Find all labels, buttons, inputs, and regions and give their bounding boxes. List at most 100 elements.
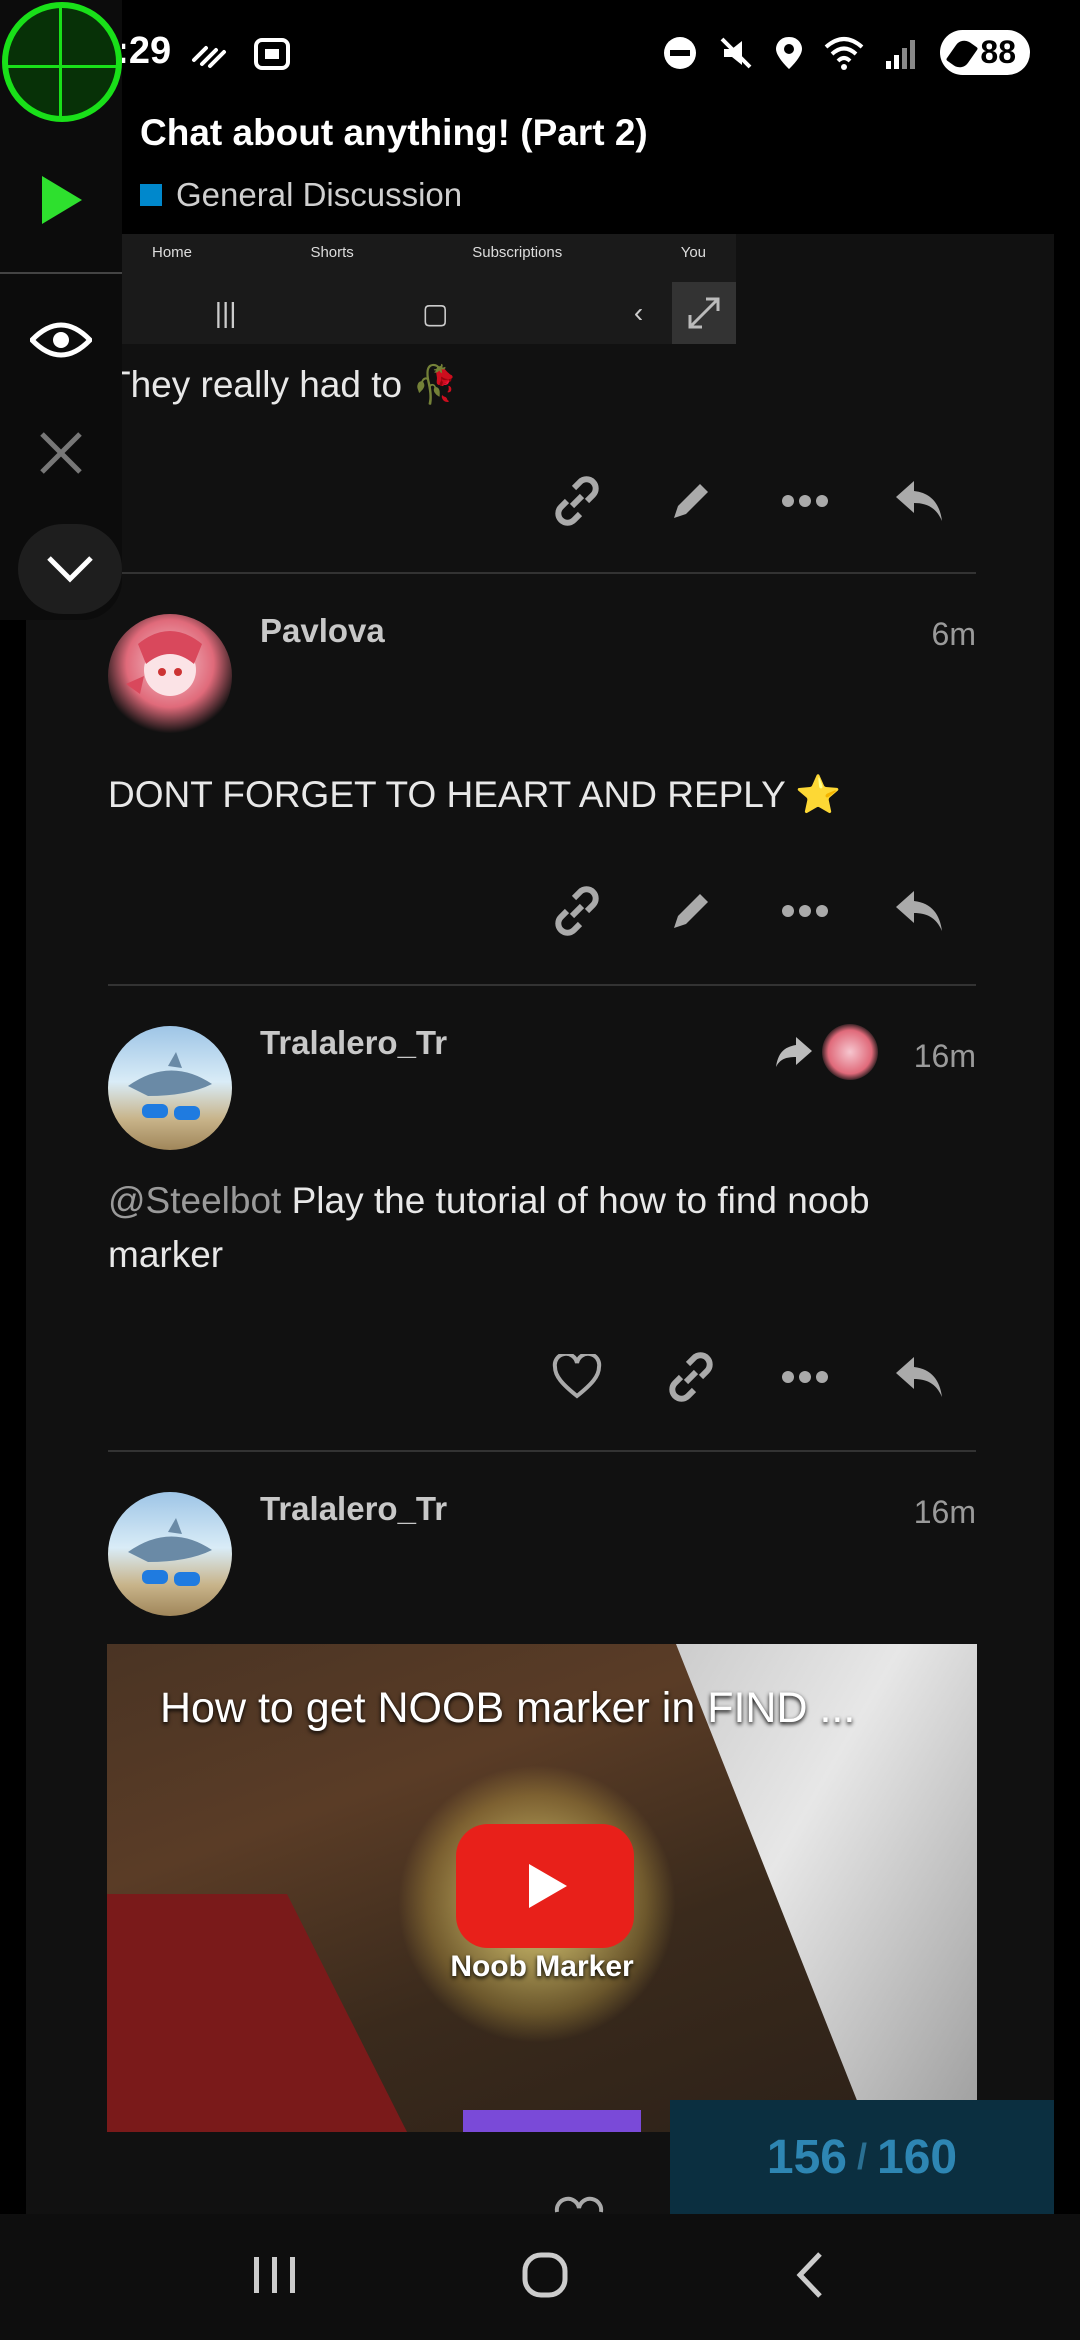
post-body: DONT FORGET TO HEART AND REPLY ⭐	[108, 774, 842, 815]
embedded-subscriptions-label: Subscriptions	[472, 244, 563, 261]
link-icon	[192, 46, 226, 68]
collapse-button[interactable]	[18, 524, 122, 614]
close-icon	[40, 432, 82, 474]
record-target-icon[interactable]	[2, 2, 122, 122]
share-link-button[interactable]	[520, 466, 634, 536]
category-color-badge	[140, 184, 162, 206]
post-username[interactable]: Tralalero_Tr	[260, 1024, 447, 1062]
reply-to-avatar	[822, 1024, 878, 1080]
video-thumbnail-carpet	[107, 1894, 407, 2132]
post-time[interactable]: 16m	[914, 1038, 976, 1075]
recents-button[interactable]	[250, 2253, 300, 2302]
embedded-recents-icon: |||	[214, 297, 237, 328]
crosshair-horizontal	[8, 65, 116, 68]
status-bar: 14:29 88	[0, 0, 1080, 110]
crosshair-vertical	[59, 8, 62, 116]
more-button[interactable]	[748, 466, 862, 536]
chevron-down-icon	[47, 556, 93, 583]
avatar[interactable]	[108, 1026, 232, 1150]
status-right-icons: 88	[662, 30, 1030, 75]
topic-progress[interactable]: 156 / 160	[670, 2100, 1054, 2214]
location-icon	[776, 36, 803, 69]
post-time[interactable]: 16m	[914, 1494, 976, 1531]
post-body: @Steelbot Play the tutorial of how to fi…	[108, 1174, 988, 1282]
post-divider	[108, 572, 976, 574]
avatar[interactable]	[108, 614, 232, 738]
pencil-icon	[674, 484, 708, 518]
post-username[interactable]: Pavlova	[260, 612, 385, 650]
embedded-screenshot[interactable]: Home Shorts Subscriptions You ||| ▢ ‹	[122, 234, 736, 344]
reply-icon	[896, 1357, 942, 1397]
close-button[interactable]	[38, 430, 84, 481]
embedded-shorts-label: Shorts	[310, 244, 354, 261]
embedded-system-nav: ||| ▢ ‹	[122, 286, 736, 340]
reply-icon	[896, 891, 942, 931]
signal-icon	[886, 39, 916, 69]
more-button[interactable]	[748, 876, 862, 946]
home-button[interactable]	[520, 2250, 570, 2305]
recents-icon	[254, 2256, 295, 2293]
like-button-partial[interactable]	[554, 2194, 604, 2214]
mute-icon	[720, 37, 752, 68]
youtube-play-button[interactable]	[456, 1824, 634, 1948]
ellipsis-icon	[782, 1371, 828, 1383]
reply-arrow-icon	[776, 1037, 812, 1067]
video-title[interactable]: How to get NOOB marker in FIND ...	[160, 1684, 855, 1733]
post-divider	[108, 984, 976, 986]
heart-icon	[554, 2196, 604, 2213]
dnd-icon	[664, 36, 697, 69]
topic-category[interactable]: General Discussion	[140, 176, 462, 214]
eye-button[interactable]	[28, 318, 94, 367]
floating-recorder-panel	[0, 0, 122, 620]
ellipsis-icon	[782, 495, 828, 507]
edit-button[interactable]	[634, 876, 748, 946]
screenshot-icon	[254, 38, 290, 70]
post-actions	[520, 1342, 976, 1412]
user-mention[interactable]: @Steelbot	[108, 1180, 281, 1221]
home-icon	[522, 2252, 568, 2297]
eye-icon	[28, 322, 94, 358]
youtube-embed[interactable]: How to get NOOB marker in FIND ... Noob …	[107, 1644, 977, 2132]
link-icon	[555, 476, 599, 526]
embedded-home-label: Home	[152, 244, 193, 261]
back-button[interactable]	[790, 2250, 830, 2305]
heart-icon	[552, 1354, 602, 1399]
share-link-button[interactable]	[634, 1342, 748, 1412]
topic-header[interactable]: Chat about anything! (Part 2) General Di…	[122, 104, 1080, 234]
like-button[interactable]	[520, 1342, 634, 1412]
post-body-text: Play the tutorial of how to find noob	[281, 1180, 870, 1221]
progress-total: 160	[877, 2130, 958, 2184]
reply-to-indicator[interactable]	[774, 1024, 878, 1080]
post-divider	[108, 1450, 976, 1452]
post-body: They really had to 🥀	[108, 364, 459, 405]
post-actions	[520, 466, 976, 536]
status-left-icons	[190, 34, 292, 74]
post-username[interactable]: Tralalero_Tr	[260, 1490, 447, 1528]
play-button[interactable]	[36, 172, 86, 233]
reply-button[interactable]	[862, 466, 976, 536]
system-nav-bar	[0, 2214, 1080, 2340]
reply-button[interactable]	[862, 1342, 976, 1412]
play-icon	[529, 1864, 567, 1908]
category-label: General Discussion	[176, 176, 463, 213]
battery-indicator: 88	[940, 30, 1030, 75]
embedded-nav: Home Shorts Subscriptions You	[122, 244, 736, 261]
expand-icon[interactable]	[672, 282, 736, 344]
reply-icon	[896, 481, 942, 521]
progress-separator: /	[856, 2136, 867, 2177]
embedded-back-icon: ‹	[633, 297, 644, 328]
topic-title[interactable]: Chat about anything! (Part 2)	[140, 112, 648, 154]
embedded-home-icon: ▢	[422, 297, 449, 329]
wifi-icon	[825, 36, 864, 70]
share-link-button[interactable]	[520, 876, 634, 946]
more-button[interactable]	[748, 1342, 862, 1412]
back-icon	[796, 2251, 822, 2298]
edit-button[interactable]	[634, 466, 748, 536]
avatar[interactable]	[108, 1492, 232, 1616]
ellipsis-icon	[782, 905, 828, 917]
post-time[interactable]: 6m	[932, 616, 976, 653]
post-stream[interactable]: Home Shorts Subscriptions You ||| ▢ ‹ Th…	[26, 234, 1054, 2214]
post-body-text-line2: marker	[108, 1234, 224, 1275]
play-icon	[42, 176, 82, 224]
reply-button[interactable]	[862, 876, 976, 946]
